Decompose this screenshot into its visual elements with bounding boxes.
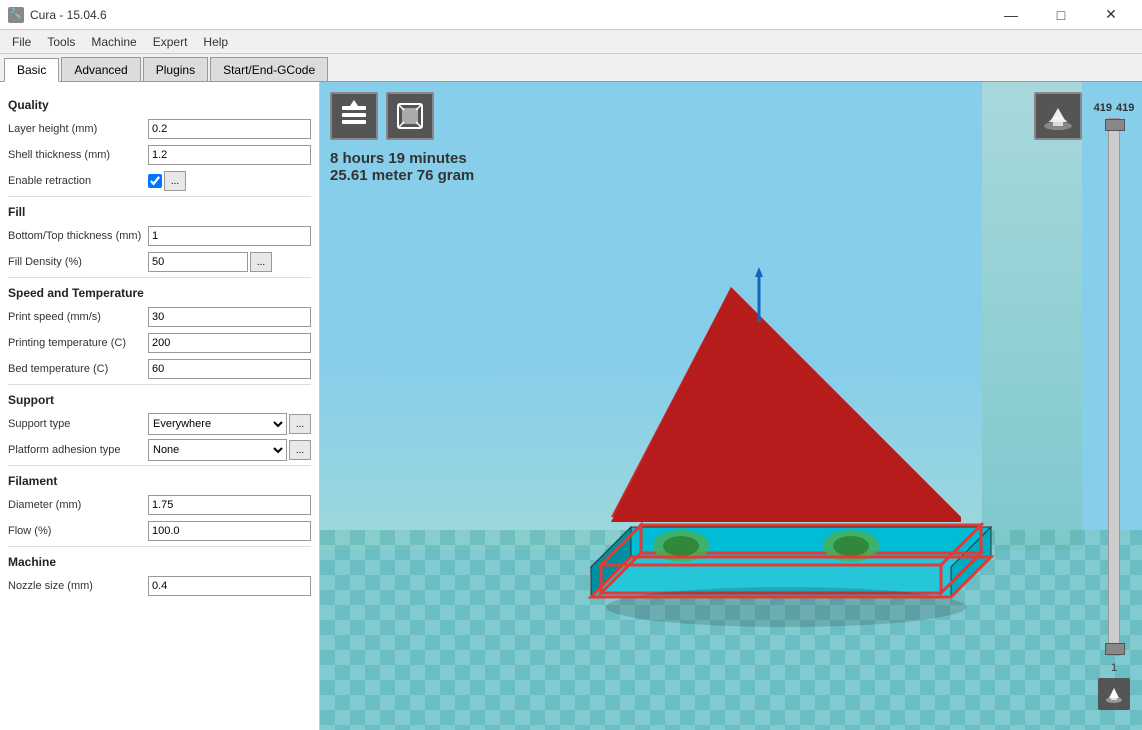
tabs-bar: Basic Advanced Plugins Start/End-GCode bbox=[0, 54, 1142, 82]
fill-density-row: Fill Density (%) ... bbox=[8, 251, 311, 273]
layer-view-btn[interactable] bbox=[330, 92, 378, 140]
close-button[interactable]: ✕ bbox=[1088, 0, 1134, 30]
layer-top-label2: 419 bbox=[1116, 102, 1134, 114]
diameter-row: Diameter (mm) bbox=[8, 494, 311, 516]
main-layout: Quality Layer height (mm) Shell thicknes… bbox=[0, 82, 1142, 730]
tab-plugins[interactable]: Plugins bbox=[143, 57, 208, 81]
machine-header: Machine bbox=[8, 555, 311, 569]
support-type-label: Support type bbox=[8, 418, 148, 430]
fill-density-ellipsis-btn[interactable]: ... bbox=[250, 252, 272, 272]
print-info: 8 hours 19 minutes 25.61 meter 76 gram bbox=[330, 150, 474, 184]
menu-help[interactable]: Help bbox=[195, 31, 236, 53]
print-speed-label: Print speed (mm/s) bbox=[8, 311, 148, 323]
nozzle-size-input[interactable] bbox=[148, 576, 311, 596]
bottom-top-thickness-row: Bottom/Top thickness (mm) bbox=[8, 225, 311, 247]
nozzle-size-row: Nozzle size (mm) bbox=[8, 575, 311, 597]
print-speed-row: Print speed (mm/s) bbox=[8, 306, 311, 328]
shell-thickness-row: Shell thickness (mm) bbox=[8, 144, 311, 166]
solid-view-btn[interactable] bbox=[386, 92, 434, 140]
layer-slider-thumb-top[interactable] bbox=[1105, 119, 1125, 131]
fill-header: Fill bbox=[8, 205, 311, 219]
fill-density-label: Fill Density (%) bbox=[8, 256, 148, 268]
menu-file[interactable]: File bbox=[4, 31, 39, 53]
speed-temp-header: Speed and Temperature bbox=[8, 286, 311, 300]
print-speed-input[interactable] bbox=[148, 307, 311, 327]
bottom-top-thickness-label: Bottom/Top thickness (mm) bbox=[8, 230, 148, 242]
retraction-ellipsis-btn[interactable]: ... bbox=[164, 171, 186, 191]
layer-slider-track[interactable] bbox=[1108, 118, 1120, 656]
platform-adhesion-select[interactable]: None Brim Raft bbox=[148, 439, 287, 461]
menu-tools[interactable]: Tools bbox=[39, 31, 83, 53]
tab-basic[interactable]: Basic bbox=[4, 58, 59, 82]
flow-label: Flow (%) bbox=[8, 525, 148, 537]
3d-viewport[interactable]: 8 hours 19 minutes 25.61 meter 76 gram bbox=[320, 82, 1142, 730]
layer-height-row: Layer height (mm) bbox=[8, 118, 311, 140]
menu-machine[interactable]: Machine bbox=[83, 31, 144, 53]
printing-temp-input[interactable] bbox=[148, 333, 311, 353]
diameter-label: Diameter (mm) bbox=[8, 499, 148, 511]
fill-density-input[interactable] bbox=[148, 252, 248, 272]
tab-advanced[interactable]: Advanced bbox=[61, 57, 140, 81]
platform-adhesion-ellipsis-btn[interactable]: ... bbox=[289, 440, 311, 460]
support-type-select[interactable]: None Everywhere Touching buildplate bbox=[148, 413, 287, 435]
tab-start-end-gcode[interactable]: Start/End-GCode bbox=[210, 57, 328, 81]
layer-top-label1: 419 bbox=[1094, 102, 1112, 114]
maximize-button[interactable]: □ bbox=[1038, 0, 1084, 30]
menu-expert[interactable]: Expert bbox=[145, 31, 196, 53]
shell-thickness-label: Shell thickness (mm) bbox=[8, 149, 148, 161]
bed-temp-row: Bed temperature (C) bbox=[8, 358, 311, 380]
printing-temp-row: Printing temperature (C) bbox=[8, 332, 311, 354]
filament-header: Filament bbox=[8, 474, 311, 488]
corner-icon[interactable] bbox=[1034, 92, 1082, 140]
minimize-button[interactable]: — bbox=[988, 0, 1034, 30]
nozzle-size-label: Nozzle size (mm) bbox=[8, 580, 148, 592]
bed-temp-input[interactable] bbox=[148, 359, 311, 379]
support-header: Support bbox=[8, 393, 311, 407]
print-time: 8 hours 19 minutes bbox=[330, 150, 474, 167]
platform-adhesion-label: Platform adhesion type bbox=[8, 444, 148, 456]
title-bar-controls: — □ ✕ bbox=[988, 0, 1134, 30]
title-bar-left: 🔧 Cura - 15.04.6 bbox=[8, 7, 107, 23]
platform-adhesion-row: Platform adhesion type None Brim Raft ..… bbox=[8, 439, 311, 461]
enable-retraction-checkbox[interactable] bbox=[148, 174, 162, 188]
bed-temp-label: Bed temperature (C) bbox=[8, 363, 148, 375]
title-bar: 🔧 Cura - 15.04.6 — □ ✕ bbox=[0, 0, 1142, 30]
shell-thickness-input[interactable] bbox=[148, 145, 311, 165]
diameter-input[interactable] bbox=[148, 495, 311, 515]
window-title: Cura - 15.04.6 bbox=[30, 8, 107, 22]
settings-panel: Quality Layer height (mm) Shell thicknes… bbox=[0, 82, 320, 730]
layer-bottom-icon[interactable] bbox=[1098, 678, 1130, 710]
layer-height-input[interactable] bbox=[148, 119, 311, 139]
layer-slider-thumb-bottom[interactable] bbox=[1105, 643, 1125, 655]
support-type-row: Support type None Everywhere Touching bu… bbox=[8, 413, 311, 435]
flow-input[interactable] bbox=[148, 521, 311, 541]
bottom-top-thickness-input[interactable] bbox=[148, 226, 311, 246]
viewport-toolbar bbox=[330, 92, 434, 140]
flow-row: Flow (%) bbox=[8, 520, 311, 542]
layer-height-label: Layer height (mm) bbox=[8, 123, 148, 135]
layer-slider-container: 419 419 1 bbox=[1094, 102, 1134, 710]
menu-bar: File Tools Machine Expert Help bbox=[0, 30, 1142, 54]
layer-bottom-label: 1 bbox=[1111, 662, 1117, 674]
enable-retraction-row: Enable retraction ... bbox=[8, 170, 311, 192]
print-material: 25.61 meter 76 gram bbox=[330, 167, 474, 184]
3d-object bbox=[531, 267, 1031, 650]
support-type-ellipsis-btn[interactable]: ... bbox=[289, 414, 311, 434]
enable-retraction-label: Enable retraction bbox=[8, 175, 148, 187]
app-icon: 🔧 bbox=[8, 7, 24, 23]
quality-header: Quality bbox=[8, 98, 311, 112]
printing-temp-label: Printing temperature (C) bbox=[8, 337, 148, 349]
